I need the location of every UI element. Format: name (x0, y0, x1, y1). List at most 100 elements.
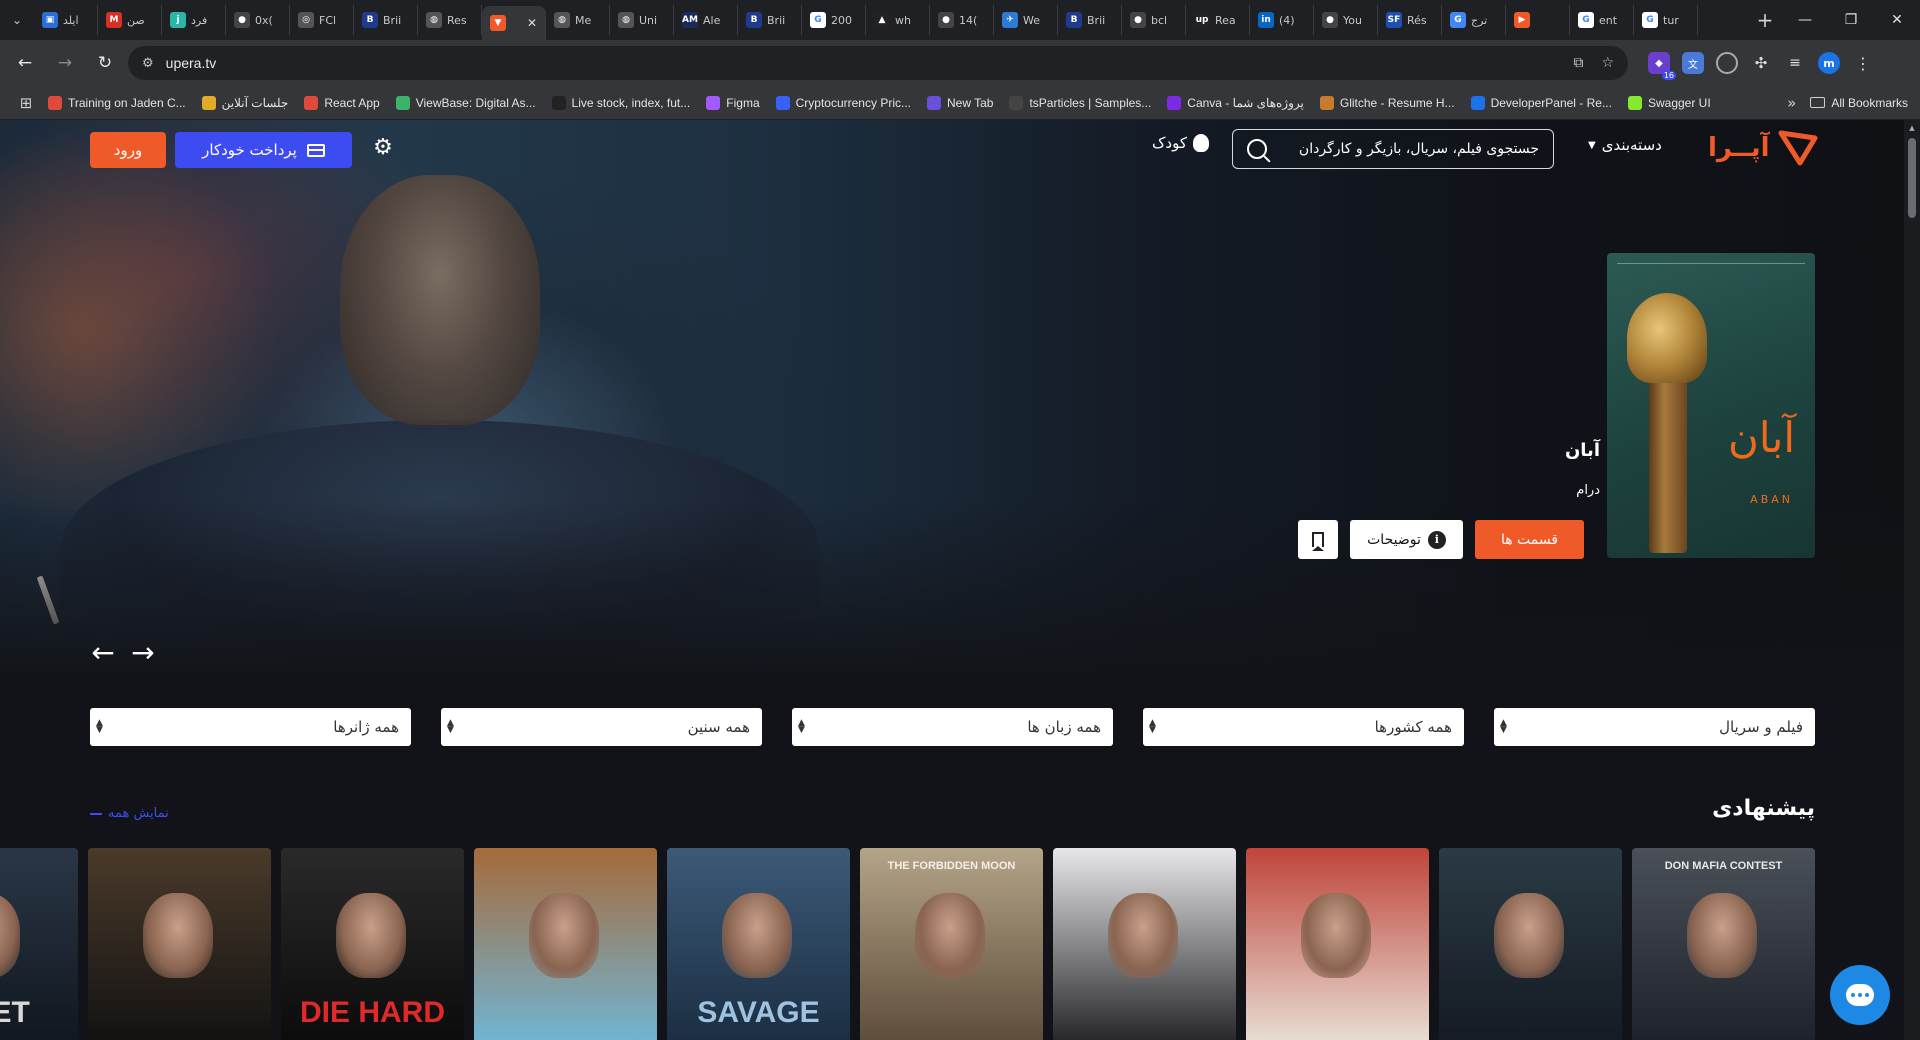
description-button[interactable]: توضیحات i (1350, 520, 1463, 559)
recommended-card[interactable]: SAVAGE (667, 848, 850, 1040)
restore-icon[interactable]: ❐ (1828, 0, 1874, 40)
browser-tab[interactable]: ● You (1314, 5, 1378, 35)
browser-tab[interactable]: up Rea (1186, 5, 1250, 35)
bookmark-item[interactable]: New Tab (919, 95, 1001, 110)
tab-title: (4) (1279, 13, 1295, 27)
recommended-card[interactable] (88, 848, 271, 1040)
bookmark-item[interactable]: Live stock, index, fut... (544, 95, 699, 110)
browser-tab[interactable]: M صن (98, 5, 162, 35)
prev-arrow-icon[interactable]: ← (88, 639, 118, 667)
upera-logo[interactable]: آپــرا (1708, 130, 1818, 166)
login-button[interactable]: ورود (90, 132, 166, 168)
recommended-card[interactable] (1246, 848, 1429, 1040)
bookmark-button[interactable] (1298, 520, 1338, 559)
browser-tab[interactable]: in (4) (1250, 5, 1314, 35)
bookmark-item[interactable]: Swagger UI (1620, 95, 1719, 110)
browser-tab[interactable]: ◍ Me (546, 5, 610, 35)
new-tab-button[interactable]: + (1748, 5, 1782, 35)
browser-tab[interactable]: Gtur (1634, 5, 1698, 35)
bookmark-item[interactable]: Figma (698, 95, 767, 110)
more-bookmarks-icon[interactable]: » (1773, 94, 1810, 112)
bookmark-item[interactable]: ViewBase: Digital As... (388, 95, 544, 110)
site-info-icon[interactable]: ⚙ (142, 56, 154, 71)
recommended-card[interactable]: DIE HARD (281, 848, 464, 1040)
translate-extension-icon[interactable]: 文 (1682, 52, 1704, 74)
search-icon[interactable] (1247, 139, 1267, 159)
browser-tab[interactable]: ▼ ✕ (482, 6, 546, 40)
url-text[interactable]: upera.tv (166, 55, 217, 71)
browser-tab[interactable]: ● bcl (1122, 5, 1186, 35)
browser-tab[interactable]: ▣ ایلد (34, 5, 98, 35)
filter-select[interactable]: ▲ ▼ همه ژانرها (90, 708, 411, 746)
tab-title: Brii (383, 13, 402, 27)
browser-tab[interactable]: G 200 (802, 5, 866, 35)
filter-select[interactable]: ▲ ▼ همه کشورها (1143, 708, 1464, 746)
close-window-icon[interactable]: ✕ (1874, 0, 1920, 40)
browser-tab[interactable]: G ترج (1442, 5, 1506, 35)
bookmark-item[interactable]: Cryptocurrency Pric... (768, 95, 919, 110)
browser-tab[interactable]: ✈ We (994, 5, 1058, 35)
filter-select[interactable]: ▲ ▼ همه زبان ها (792, 708, 1113, 746)
browser-tab[interactable]: ● 14( (930, 5, 994, 35)
bookmark-star-icon[interactable]: ☆ (1601, 55, 1614, 71)
back-button[interactable]: ← (8, 46, 42, 80)
media-control-icon[interactable]: ≡ (1784, 52, 1806, 74)
recommended-card[interactable] (474, 848, 657, 1040)
filter-select[interactable]: ▲ ▼ همه سنین (441, 708, 762, 746)
extensions-puzzle-icon[interactable]: ✣ (1750, 52, 1772, 74)
install-app-icon[interactable]: ⧉ (1573, 55, 1583, 71)
browser-tab[interactable]: Gent (1570, 5, 1634, 35)
recommended-card[interactable] (1053, 848, 1236, 1040)
filter-select[interactable]: ▲ ▼ فیلم و سریال (1494, 708, 1815, 746)
bookmark-item[interactable]: React App (296, 95, 387, 110)
apps-grid-icon[interactable]: ⊞ (12, 94, 40, 112)
page-scrollbar[interactable]: ▲ (1904, 120, 1920, 1040)
kids-link[interactable]: کودک (1152, 134, 1209, 152)
autopay-button[interactable]: پرداخت خودکار (175, 132, 352, 168)
tab-search-icon[interactable]: ⌄ (0, 4, 34, 36)
recommended-card[interactable]: DON MAFIA CONTEST (1632, 848, 1815, 1040)
tab-close-icon[interactable]: ✕ (527, 16, 537, 30)
next-arrow-icon[interactable]: → (128, 639, 158, 667)
hero-poster[interactable]: آبان ABAN (1607, 253, 1815, 558)
browser-tab[interactable]: ◍ Uni (610, 5, 674, 35)
bookmark-item[interactable]: Canva - پروژه‌های شما (1159, 95, 1312, 110)
browser-tab[interactable]: SF Rés (1378, 5, 1442, 35)
record-extension-icon[interactable] (1716, 52, 1738, 74)
omnibox[interactable]: ⚙ upera.tv ⧉ ☆ (128, 46, 1628, 80)
support-chat-button[interactable] (1830, 965, 1890, 1025)
browser-tab[interactable]: B Brii (1058, 5, 1122, 35)
browser-tab[interactable]: B Brii (354, 5, 418, 35)
browser-tab[interactable]: ◎ FCl (290, 5, 354, 35)
profile-avatar[interactable]: m (1818, 52, 1840, 74)
browser-tab[interactable]: ▶ (1506, 5, 1570, 35)
bookmark-item[interactable]: جلسات آنلاین (194, 95, 297, 110)
reload-button[interactable]: ↻ (88, 46, 122, 80)
bookmark-item[interactable]: tsParticles | Samples... (1001, 95, 1159, 110)
bookmark-item[interactable]: Glitche - Resume H... (1312, 95, 1463, 110)
search-input[interactable]: جستجوی فیلم، سریال، بازیگر و کارگردان (1232, 129, 1554, 169)
poster-cane-head (1627, 293, 1707, 383)
categories-dropdown[interactable]: ▼ دسته‌بندی (1588, 136, 1662, 154)
browser-tab[interactable]: ● 0x( (226, 5, 290, 35)
all-bookmarks-folder[interactable]: All Bookmarks (1810, 96, 1908, 110)
gear-icon[interactable]: ⚙ (372, 137, 394, 159)
forward-button[interactable]: → (48, 46, 82, 80)
browser-tab[interactable]: j فرد (162, 5, 226, 35)
recommended-card[interactable] (1439, 848, 1622, 1040)
show-all-link[interactable]: نمایش همه (90, 806, 169, 821)
minimize-icon[interactable]: — (1782, 0, 1828, 40)
recommended-card[interactable]: BILET (0, 848, 78, 1040)
recommended-card[interactable]: THE FORBIDDEN MOON (860, 848, 1043, 1040)
extension-icon[interactable]: ◆ 16 (1648, 52, 1676, 80)
browser-tab[interactable]: AM Ale (674, 5, 738, 35)
chrome-menu-icon[interactable]: ⋮ (1852, 52, 1874, 74)
bookmark-item[interactable]: DeveloperPanel - Re... (1463, 95, 1620, 110)
browser-tab[interactable]: ◍ Res (418, 5, 482, 35)
episodes-button[interactable]: قسمت ها (1475, 520, 1584, 559)
bookmark-item[interactable]: Training on Jaden C... (40, 95, 194, 110)
browser-tab[interactable]: ▲ wh (866, 5, 930, 35)
scroll-thumb[interactable] (1908, 138, 1916, 218)
browser-tab[interactable]: B Brii (738, 5, 802, 35)
scroll-up-icon[interactable]: ▲ (1908, 124, 1916, 132)
